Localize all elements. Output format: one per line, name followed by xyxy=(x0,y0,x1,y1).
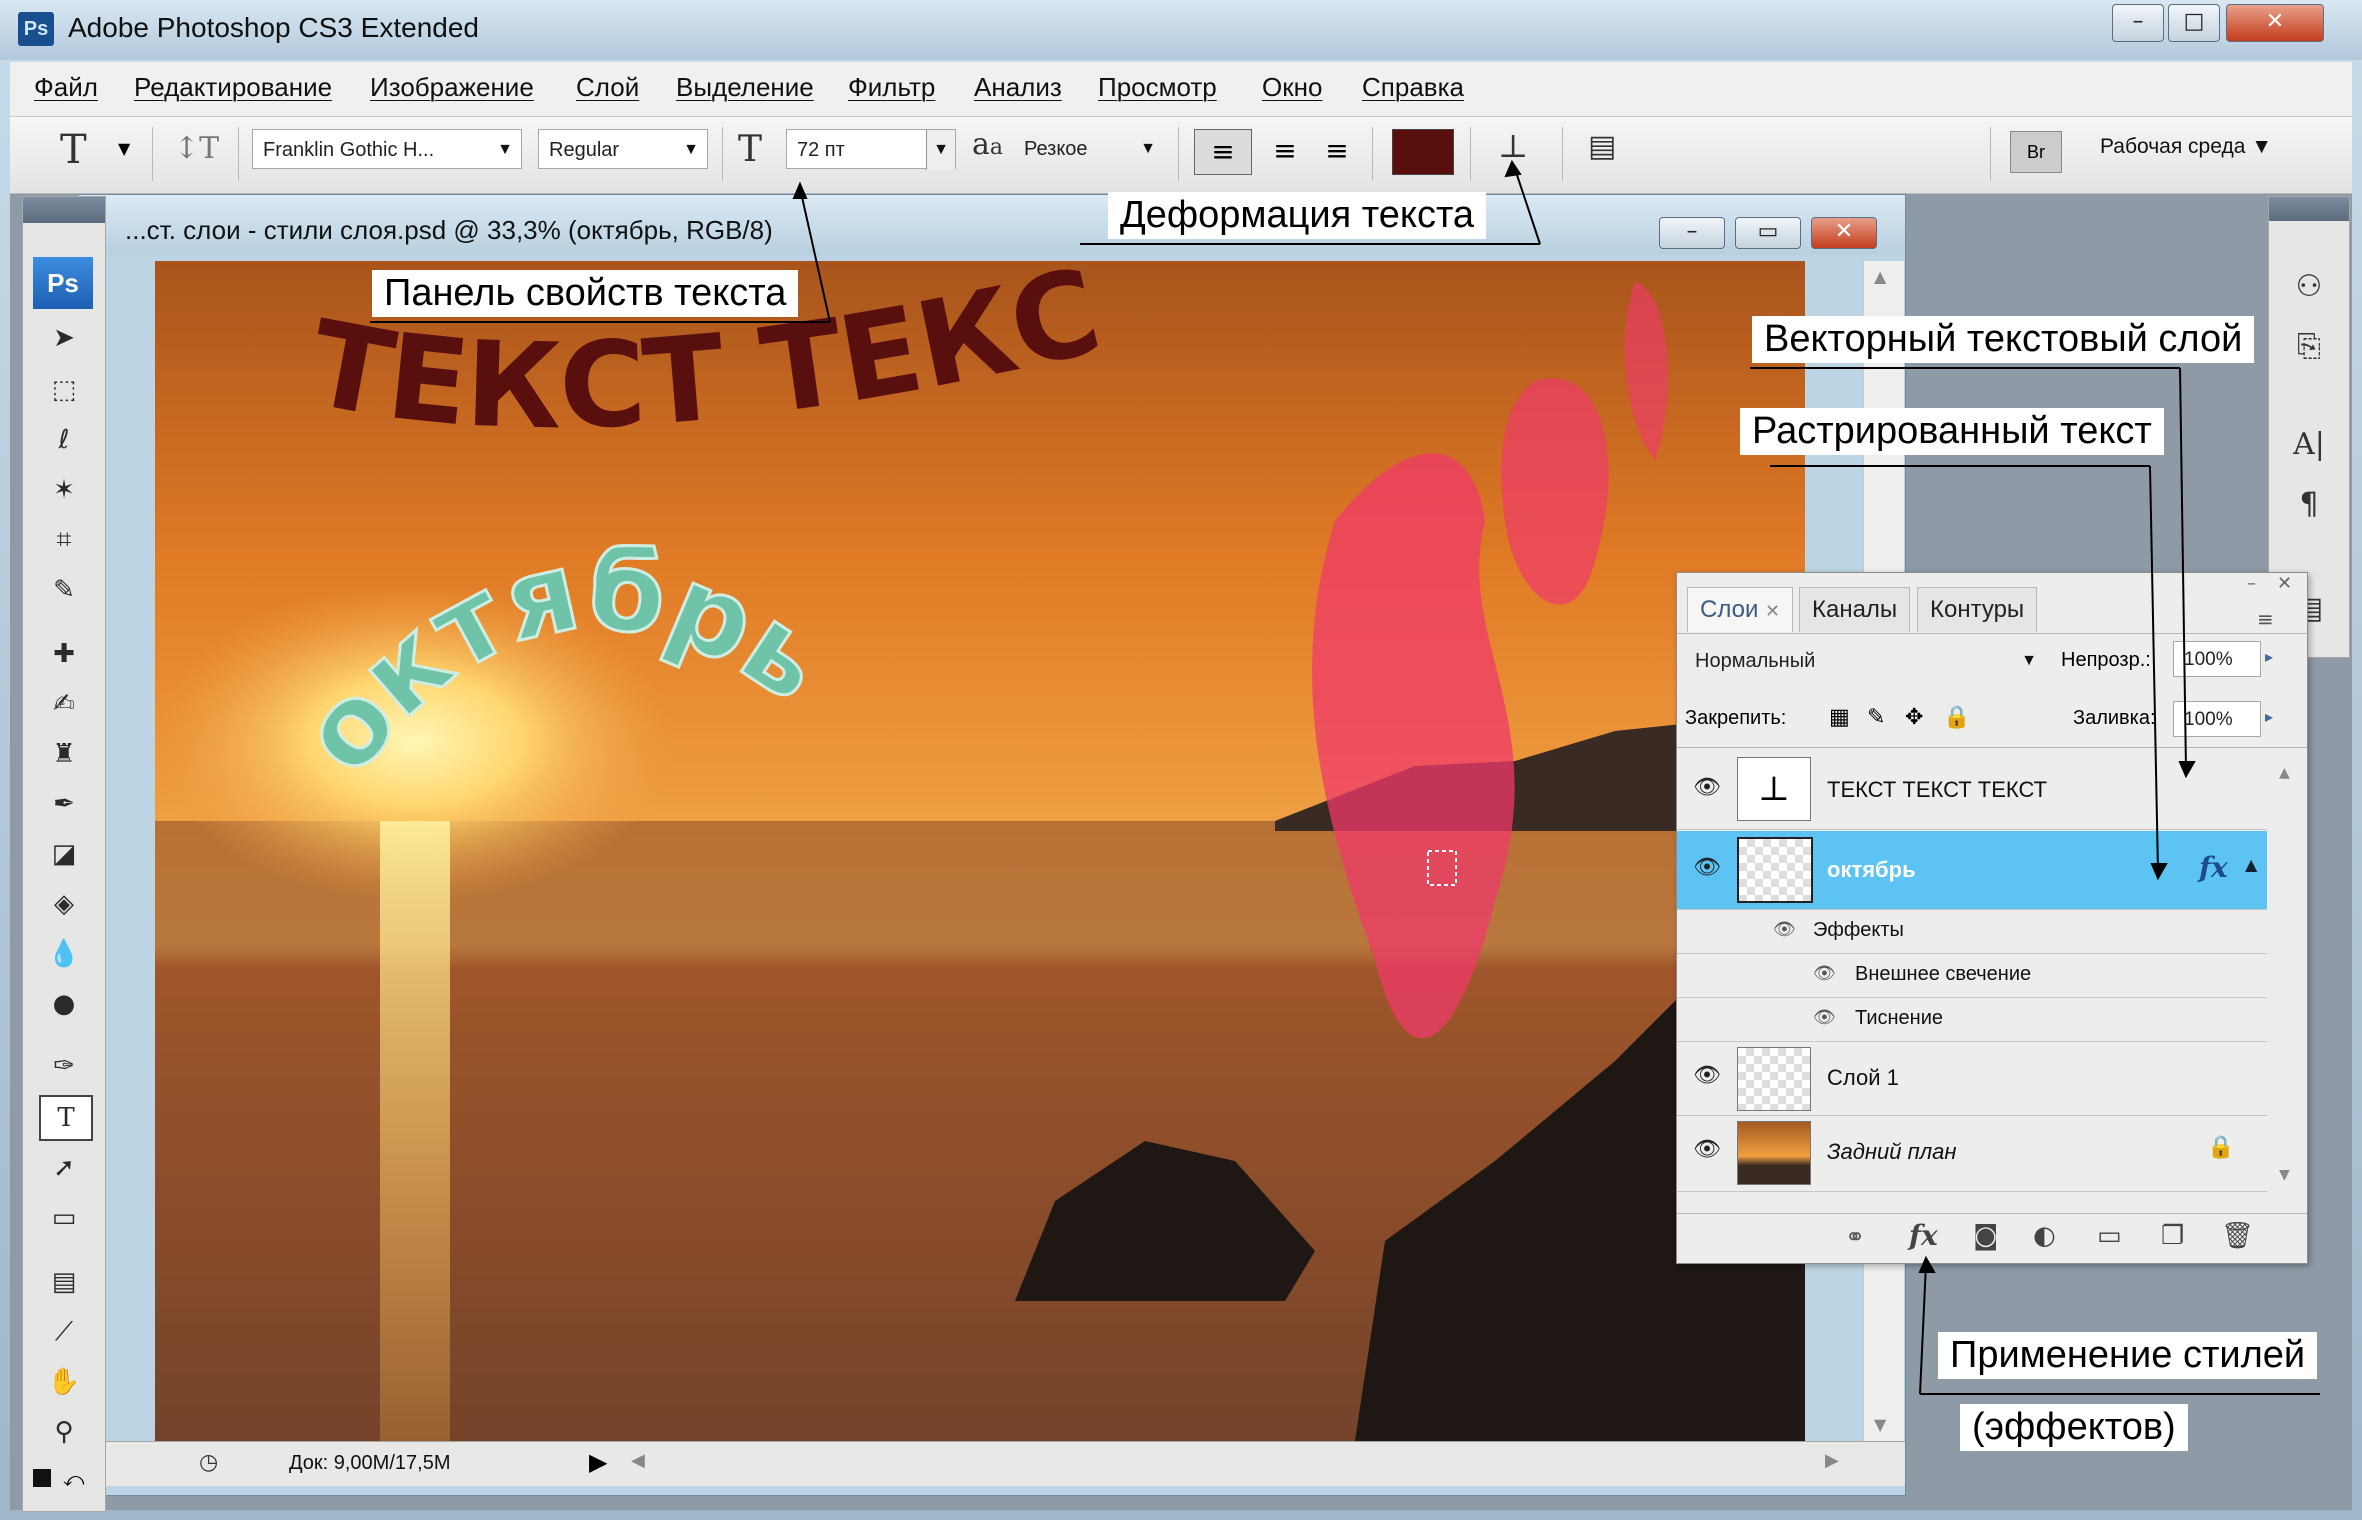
callout-leader-lines xyxy=(370,159,2320,1395)
